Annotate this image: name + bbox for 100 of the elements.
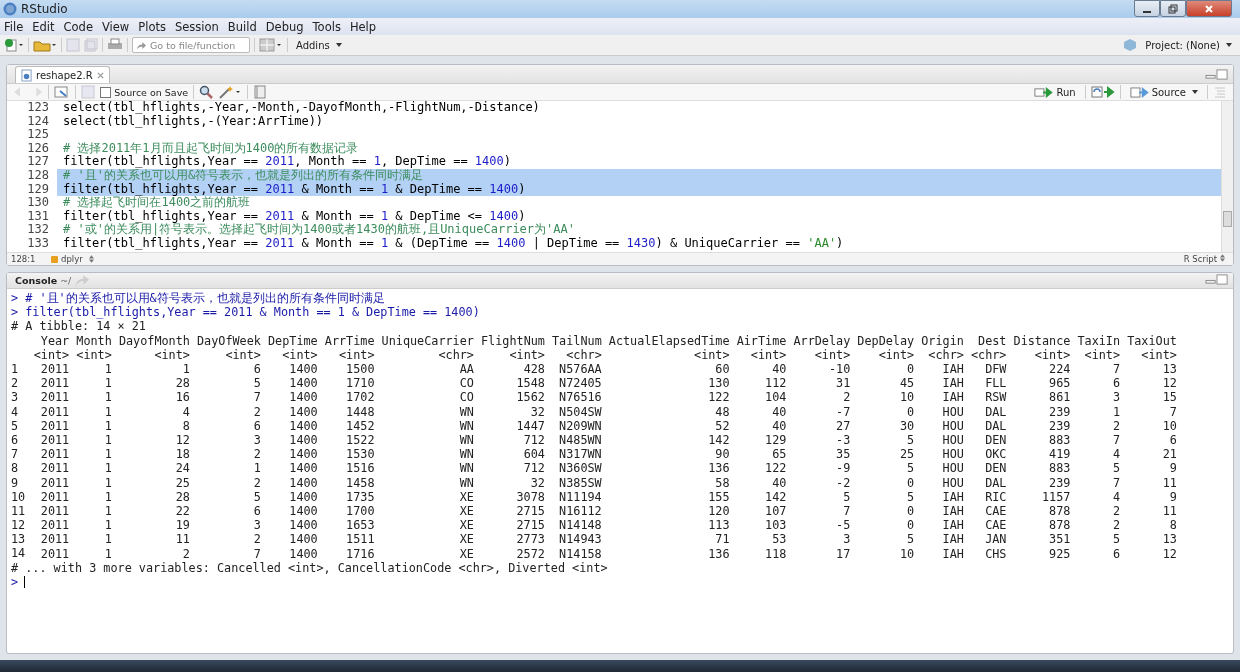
table-cell-text: 2011	[39, 546, 70, 561]
rerun-icon[interactable]	[1090, 85, 1115, 99]
close-icon	[1204, 3, 1214, 14]
close-button[interactable]	[1186, 0, 1232, 17]
table-cell: FLL	[963, 376, 1007, 391]
table-cell-text: 113	[707, 518, 730, 533]
table-cell-text: 52	[714, 418, 730, 434]
menu-item[interactable]: Plots	[138, 19, 166, 34]
updown-icon	[88, 255, 94, 263]
column-type: <int>	[1120, 347, 1177, 362]
table-cell: 35	[786, 447, 851, 462]
table-cell-text: 107	[764, 504, 787, 519]
table-cell: 19	[111, 518, 190, 533]
table-cell: 0	[850, 518, 915, 533]
table-cell: 224	[1006, 362, 1071, 377]
table-cell: 0	[850, 504, 915, 519]
scope-selector[interactable]: dplyr	[51, 254, 94, 264]
project-menu[interactable]: Project: (None)	[1141, 39, 1236, 51]
table-cell-text: 2011	[39, 376, 70, 391]
table-cell-text: AA	[458, 362, 474, 377]
r-file-icon	[21, 68, 32, 82]
file-type-selector[interactable]: R Script	[1183, 254, 1233, 264]
new-file-icon[interactable]	[4, 38, 24, 52]
row-number: 6	[11, 432, 19, 448]
go-to-directory-icon[interactable]	[74, 273, 91, 288]
table-cell: 11	[1120, 475, 1177, 490]
menu-item[interactable]: Tools	[312, 19, 341, 34]
table-cell: CAE	[963, 504, 1007, 519]
console-title[interactable]: Console	[15, 275, 58, 286]
go-to-file-field[interactable]: Go to file/function	[132, 37, 250, 53]
table-cell: 9	[1120, 489, 1177, 505]
menu-item[interactable]: View	[102, 19, 130, 34]
addins-button[interactable]: Addins	[292, 39, 346, 51]
table-cell: 48	[601, 404, 730, 419]
table-cell-text: WN	[458, 447, 474, 462]
magic-wand-icon[interactable]	[218, 85, 243, 99]
menu-item[interactable]: Code	[63, 19, 93, 34]
table-cell: 5	[850, 461, 915, 476]
scrollbar[interactable]	[1221, 101, 1233, 252]
file-tab[interactable]: reshape2.R	[15, 66, 110, 83]
search-icon[interactable]	[199, 85, 214, 99]
table-cell: 4	[111, 404, 190, 419]
table-cell: 3078	[473, 489, 545, 505]
column-header: Origin	[914, 333, 964, 348]
table-cell: 24	[111, 461, 190, 476]
column-type: <int>	[189, 347, 261, 362]
menu-item[interactable]: Session	[174, 19, 219, 34]
column-header: DepTime	[260, 333, 318, 348]
compile-report-icon[interactable]	[253, 85, 268, 99]
table-cell: -5	[786, 518, 851, 533]
code-line: # 选择2011年1月而且起飞时间为1400的所有数据记录	[63, 140, 359, 155]
table-cell: 1400	[260, 504, 318, 519]
menu-item[interactable]: Edit	[32, 19, 55, 34]
table-cell: 1447	[473, 418, 545, 434]
table-cell: 5	[850, 433, 915, 448]
menu-item[interactable]: File	[4, 19, 24, 34]
table-cell-text: 2011	[39, 504, 70, 519]
open-folder-icon[interactable]	[33, 38, 57, 52]
table-cell-text: 65	[771, 447, 787, 462]
table-cell: 10	[850, 546, 915, 561]
source-on-save-checkbox[interactable]: Source on Save	[100, 86, 189, 98]
print-icon[interactable]	[107, 38, 123, 52]
table-cell: 604	[473, 447, 545, 462]
grid-layout-icon[interactable]	[259, 38, 283, 52]
table-cell-text: 2011	[39, 362, 70, 377]
minimize-pane-icon[interactable]	[1205, 69, 1229, 80]
source-button[interactable]: Source	[1125, 86, 1202, 98]
column-header: Month	[69, 333, 112, 348]
console-command: > # '且'的关系也可以用&符号表示，也就是列出的所有条件同时满足	[11, 291, 386, 306]
code-line: filter(tbl_hflights,Year == 2011, Month == 1, DepTime == 1400)	[63, 154, 511, 169]
table-cell-text: 2011	[39, 390, 70, 405]
table-cell-text: 112	[764, 376, 787, 391]
column-header: FlightNum	[473, 333, 545, 348]
table-cell: HOU	[914, 475, 964, 490]
table-cell: JAN	[963, 532, 1007, 547]
run-button[interactable]: Run	[1030, 86, 1080, 98]
table-cell: 5	[786, 489, 851, 505]
table-cell-text: 2011	[39, 532, 70, 547]
table-cell-text: N504SW	[558, 404, 602, 419]
code-line: select(tbl_hflights,-(Year:ArrTime))	[63, 113, 324, 128]
column-type: <int>	[473, 347, 545, 362]
menu-item[interactable]: Debug	[265, 19, 304, 34]
show-in-window-icon[interactable]	[54, 85, 71, 99]
table-cell: 17	[786, 546, 851, 561]
table-cell: 351	[1006, 532, 1071, 547]
table-cell-text: 1500	[345, 362, 375, 377]
table-cell: 2	[1070, 504, 1121, 519]
table-cell-text: 1400	[288, 433, 318, 448]
restore-button[interactable]	[1160, 0, 1186, 17]
column-header: TailNum	[544, 333, 602, 348]
console-output: # ... with 3 more variables: Cancelled <int>, CancellationCode <chr>, Diverted <int>	[11, 560, 609, 576]
table-cell-text: 118	[764, 546, 787, 561]
table-cell-text: 142	[707, 433, 730, 448]
table-cell-text: 1511	[345, 532, 375, 547]
menu-item[interactable]: Build	[227, 19, 257, 34]
close-tab-icon[interactable]	[96, 71, 104, 79]
menu-item[interactable]: Help	[349, 19, 377, 34]
table-cell: 6	[1070, 376, 1121, 391]
minimize-button[interactable]	[1134, 0, 1160, 17]
minimize-pane-icon[interactable]	[1205, 273, 1229, 285]
